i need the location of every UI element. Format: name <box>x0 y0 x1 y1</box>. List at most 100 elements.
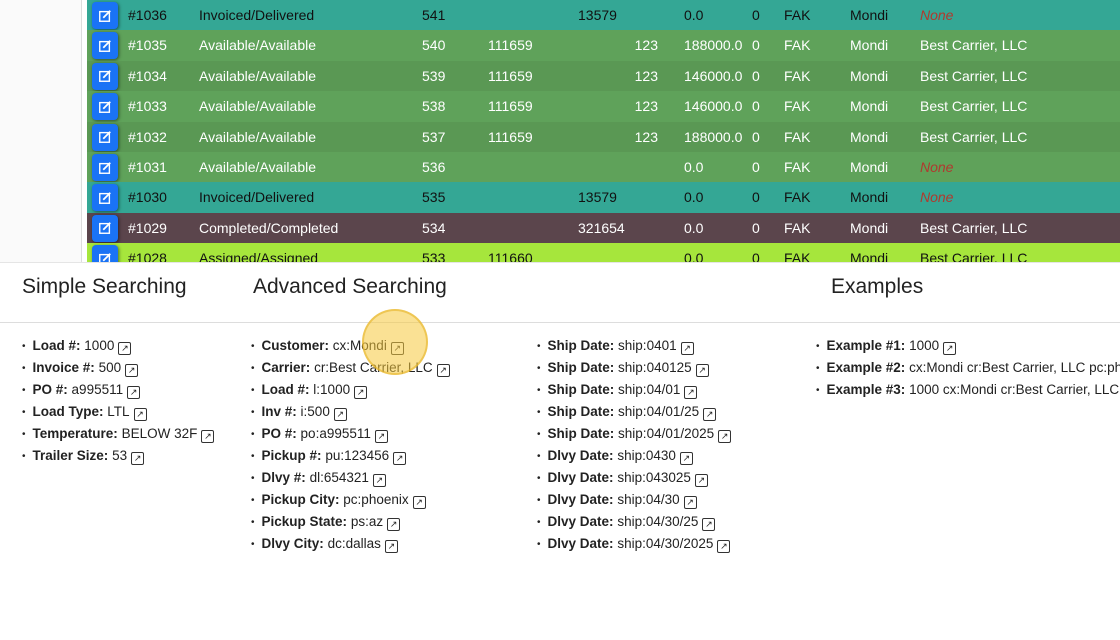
cell-weight: 0.0 <box>684 219 704 236</box>
external-link-icon[interactable]: ↗ <box>702 518 716 531</box>
item-label: Dlvy Date: <box>547 448 614 463</box>
cell-customer: Mondi <box>850 128 889 145</box>
table-row[interactable]: #1029 Completed/Completed 534 321654 0.0 0 FAK… <box>87 212 1120 244</box>
external-link-icon[interactable]: ↗ <box>354 386 368 399</box>
cell-load: 535 <box>422 189 446 206</box>
edit-button[interactable] <box>92 245 118 262</box>
cell-customer: Mondi <box>850 67 889 84</box>
dates-item: Ship Date: ship:04/01↗ <box>537 379 731 401</box>
advanced-item: Dlvy #: dl:654321↗ <box>251 467 450 489</box>
edit-button[interactable] <box>92 184 118 212</box>
external-link-icon[interactable]: ↗ <box>694 474 708 487</box>
advanced-item: Load #: l:1000↗ <box>251 379 450 401</box>
cell-zero: 0 <box>752 128 760 145</box>
cell-type: FAK <box>784 7 811 23</box>
cell-carrier: None <box>920 7 954 23</box>
cell-carrier: Best Carrier, LLC <box>920 37 1028 54</box>
edit-icon <box>99 192 111 204</box>
external-link-icon[interactable]: ↗ <box>201 430 215 443</box>
cell-inv: 13579 <box>578 7 617 23</box>
external-link-icon[interactable]: ↗ <box>717 540 731 553</box>
table-row[interactable]: #1036 Invoiced/Delivered 541 13579 0.0 0 FAK Mo… <box>87 0 1120 31</box>
cell-status: Invoiced/Delivered <box>199 7 315 23</box>
external-link-icon[interactable]: ↗ <box>125 364 139 377</box>
advanced-item: Pickup City: pc:phoenix↗ <box>251 489 450 511</box>
external-link-icon[interactable]: ↗ <box>333 408 347 421</box>
cell-qty: 123 <box>634 67 658 84</box>
external-link-icon[interactable]: ↗ <box>680 342 694 355</box>
cell-qty: 123 <box>634 98 658 115</box>
cell-customer: Mondi <box>850 250 889 262</box>
cell-type: FAK <box>784 159 811 175</box>
external-link-icon[interactable]: ↗ <box>703 408 717 421</box>
external-link-icon[interactable]: ↗ <box>131 452 145 465</box>
simple-list: Load #: 1000↗Invoice #: 500↗PO #: a99551… <box>22 335 215 467</box>
external-link-icon[interactable]: ↗ <box>679 452 693 465</box>
external-link-icon[interactable]: ↗ <box>683 496 697 509</box>
edit-button[interactable] <box>92 154 118 181</box>
cell-carrier: Best Carrier, LLC <box>920 219 1028 236</box>
cell-weight: 0.0 <box>684 189 704 206</box>
external-link-icon[interactable]: ↗ <box>943 342 957 355</box>
date-list: Ship Date: ship:0401↗Ship Date: ship:040… <box>537 335 732 555</box>
table-row[interactable]: #1032 Available/Available 537 111659 123 1880… <box>87 121 1120 153</box>
external-link-icon[interactable]: ↗ <box>374 430 388 443</box>
simple-item: PO #: a995511↗ <box>22 379 214 401</box>
item-label: Example #3: <box>826 382 906 397</box>
cell-inv: 13579 <box>578 189 617 206</box>
cell-po: 111659 <box>488 98 533 115</box>
external-link-icon[interactable]: ↗ <box>436 364 450 377</box>
edit-button[interactable] <box>92 93 118 121</box>
edit-icon <box>99 222 111 235</box>
external-link-icon[interactable]: ↗ <box>133 408 147 421</box>
cell-id: #1035 <box>128 37 167 54</box>
external-link-icon[interactable]: ↗ <box>372 474 386 487</box>
edit-button[interactable] <box>92 2 118 29</box>
table-row[interactable]: #1028 Assigned/Assigned 533 111660 0.0 0 FAK Mo… <box>87 243 1120 262</box>
cell-load: 537 <box>422 128 446 145</box>
edit-button[interactable] <box>92 32 118 60</box>
item-label: Pickup #: <box>261 448 322 463</box>
table-row[interactable]: #1030 Invoiced/Delivered 535 13579 0.0 0 FAK Mo… <box>87 182 1120 213</box>
external-link-icon[interactable]: ↗ <box>387 518 401 531</box>
cell-type: FAK <box>784 67 811 84</box>
item-value: 1000 <box>84 338 115 353</box>
external-link-icon[interactable]: ↗ <box>718 430 732 443</box>
dates-item: Ship Date: ship:04/01/25↗ <box>537 401 731 423</box>
item-label: Dlvy Date: <box>547 514 614 529</box>
external-link-icon[interactable]: ↗ <box>127 386 141 399</box>
dates-item: Dlvy Date: ship:04/30/25↗ <box>537 511 731 533</box>
cell-load: 533 <box>422 250 446 262</box>
edit-button[interactable] <box>92 62 118 90</box>
item-label: Dlvy Date: <box>547 470 614 485</box>
dates-item: Ship Date: ship:040125↗ <box>537 357 731 379</box>
cell-id: #1033 <box>128 98 167 115</box>
table-row[interactable]: #1035 Available/Available 540 111659 123 1880… <box>87 30 1120 61</box>
cell-carrier: None <box>920 189 954 206</box>
simple-item: Invoice #: 500↗ <box>22 357 214 379</box>
item-label: Temperature: <box>32 426 118 441</box>
edit-button[interactable] <box>92 123 118 151</box>
cell-type: FAK <box>784 189 811 206</box>
item-label: PO #: <box>261 426 297 441</box>
external-link-icon[interactable]: ↗ <box>118 342 132 355</box>
table-row[interactable]: #1033 Available/Available 538 111659 123 1460… <box>87 91 1120 122</box>
external-link-icon[interactable]: ↗ <box>412 496 426 509</box>
cursor-highlight <box>362 309 428 375</box>
cell-zero: 0 <box>752 98 760 115</box>
cell-weight: 188000.0 <box>684 128 743 145</box>
external-link-icon[interactable]: ↗ <box>695 364 709 377</box>
external-link-icon[interactable]: ↗ <box>384 540 398 553</box>
cell-po: 111659 <box>488 37 533 54</box>
external-link-icon[interactable]: ↗ <box>684 386 698 399</box>
cell-type: FAK <box>784 219 811 236</box>
item-value: ship:0401 <box>618 338 677 353</box>
table-row[interactable]: #1034 Available/Available 539 111659 123 1460… <box>87 60 1120 92</box>
edit-button[interactable] <box>92 214 118 242</box>
item-label: Ship Date: <box>547 338 615 353</box>
cell-po: 111659 <box>488 128 533 145</box>
table-row[interactable]: #1031 Available/Available 536 0.0 0 FAK Mondi N… <box>87 152 1120 183</box>
item-value: ship:0430 <box>617 448 676 463</box>
loads-table: #1036 Invoiced/Delivered 541 13579 0.0 0 FAK Mo… <box>87 0 1120 262</box>
external-link-icon[interactable]: ↗ <box>393 452 407 465</box>
